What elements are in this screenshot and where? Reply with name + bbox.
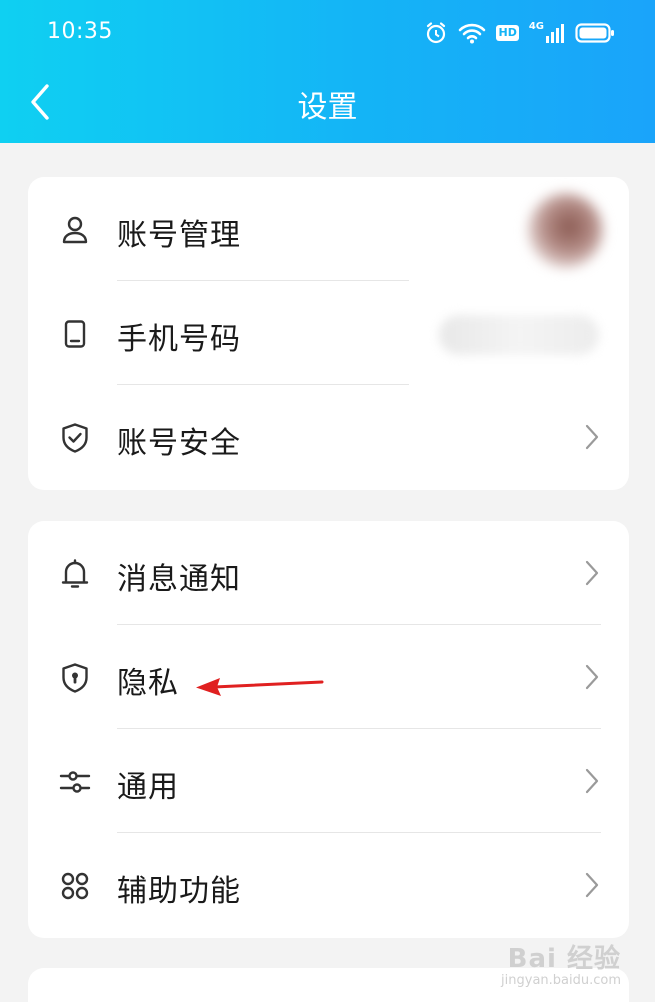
avatar [528, 193, 603, 268]
sliders-icon [58, 765, 92, 799]
chevron-right-icon [585, 560, 599, 586]
chevron-right-icon [585, 872, 599, 898]
settings-item-notifications[interactable]: 消息通知 [28, 521, 629, 625]
wifi-icon [458, 22, 486, 44]
chevron-right-icon [585, 664, 599, 690]
settings-item-label: 通用 [117, 770, 179, 805]
settings-item-label: 账号管理 [117, 218, 241, 253]
settings-group-general: 消息通知 隐私 通用 辅助功能 [28, 521, 629, 938]
settings-item-account-security[interactable]: 账号安全 [28, 385, 629, 489]
status-time: 10:35 [47, 19, 113, 44]
privacy-shield-icon [58, 661, 92, 695]
status-icons: HD 4G [424, 18, 615, 48]
settings-item-general[interactable]: 通用 [28, 729, 629, 833]
grid-icon [58, 869, 92, 903]
settings-item-account-management[interactable]: 账号管理 [28, 177, 629, 281]
bell-icon [58, 557, 92, 591]
settings-item-label: 隐私 [117, 666, 179, 701]
user-icon [58, 213, 92, 247]
hd-badge: HD [496, 25, 519, 41]
chevron-right-icon [585, 768, 599, 794]
settings-item-label: 账号安全 [117, 426, 241, 461]
page-title: 设置 [297, 90, 358, 125]
battery-icon [575, 22, 615, 44]
alarm-icon [424, 21, 448, 45]
settings-item-phone-number[interactable]: 手机号码 [28, 281, 629, 385]
network-type: 4G [528, 21, 544, 32]
phone-number-value [439, 315, 599, 355]
settings-group-account: 账号管理 手机号码 账号安全 [28, 177, 629, 490]
phone-icon [58, 317, 92, 351]
chevron-right-icon [585, 424, 599, 450]
settings-item-privacy[interactable]: 隐私 [28, 625, 629, 729]
settings-item-label: 消息通知 [117, 562, 241, 597]
settings-group-more [28, 968, 629, 1002]
settings-item-label: 辅助功能 [117, 874, 241, 909]
signal-icon: 4G [529, 22, 565, 44]
top-app-bar: 10:35 HD 4G 设置 [0, 0, 655, 143]
settings-item-accessibility[interactable]: 辅助功能 [28, 833, 629, 937]
shield-check-icon [58, 421, 92, 455]
settings-item-label: 手机号码 [117, 322, 241, 357]
